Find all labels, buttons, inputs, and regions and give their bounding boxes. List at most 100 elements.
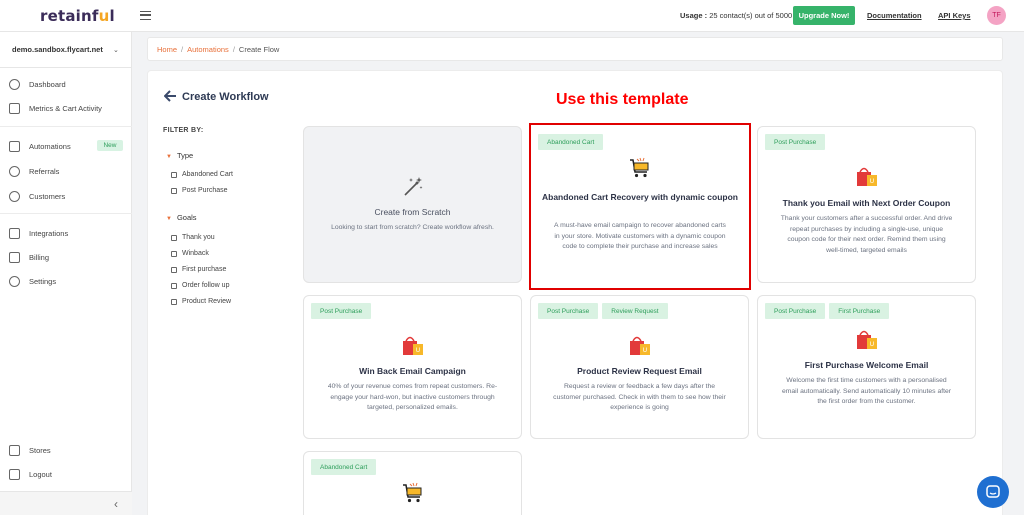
checkbox[interactable] — [171, 187, 177, 194]
divider — [0, 213, 132, 214]
template-card-product-review[interactable]: Post Purchase Review Request U Product R… — [530, 295, 749, 439]
sidebar-item-logout[interactable]: Logout — [0, 466, 132, 482]
api-keys-link[interactable]: API Keys — [938, 11, 971, 20]
filter-option[interactable]: Post Purchase — [171, 187, 228, 194]
card-title: Product Review Request Email — [577, 366, 702, 376]
sidebar-item-label: Referrals — [29, 166, 60, 176]
sidebar-item-automations[interactable]: Automations New — [0, 138, 132, 154]
shopping-bag-icon: U — [629, 336, 650, 355]
billing-icon — [9, 251, 20, 263]
settings-icon — [9, 275, 20, 287]
chat-support-button[interactable] — [977, 476, 1009, 508]
filter-group-type[interactable]: ▼ Type — [166, 151, 193, 160]
filter-option[interactable]: First purchase — [171, 266, 226, 273]
breadcrumb-separator: / — [181, 44, 184, 54]
tag: Abandoned Cart — [311, 459, 377, 475]
sidebar-item-billing[interactable]: Billing — [0, 249, 132, 265]
checkbox[interactable] — [171, 266, 177, 273]
filter-option[interactable]: Abandoned Cart — [171, 171, 233, 178]
breadcrumb: Home / Automations / Create Flow — [147, 37, 1003, 61]
sidebar-item-stores[interactable]: Stores — [0, 442, 132, 458]
card-title: Win Back Email Campaign — [359, 366, 466, 376]
template-card-win-back[interactable]: Post Purchase U Win Back Email Campaign … — [303, 295, 522, 439]
breadcrumb-current: Create Flow — [238, 44, 280, 54]
magic-wand-icon — [403, 177, 422, 196]
store-name: demo.sandbox.flycart.net — [12, 45, 103, 54]
filter-option[interactable]: Winback — [171, 250, 209, 257]
checkbox[interactable] — [171, 250, 177, 257]
customers-icon — [9, 190, 20, 202]
template-card-abandoned-cart[interactable]: Abandoned Cart — [303, 451, 522, 515]
filter-option[interactable]: Order follow up — [171, 282, 229, 289]
menu-toggle-icon[interactable] — [140, 11, 151, 20]
dashboard-icon — [9, 78, 20, 90]
tag: Abandoned Cart — [538, 134, 604, 150]
sidebar-item-customers[interactable]: Customers — [0, 188, 132, 204]
breadcrumb-home[interactable]: Home — [157, 45, 177, 54]
sidebar-item-integrations[interactable]: Integrations — [0, 225, 132, 241]
checkbox[interactable] — [171, 234, 177, 241]
user-avatar[interactable]: TF — [987, 6, 1006, 25]
logout-icon — [9, 468, 20, 480]
sidebar-item-metrics[interactable]: Metrics & Cart Activity — [0, 100, 132, 116]
template-card-first-purchase[interactable]: Post Purchase First Purchase U First Pur… — [757, 295, 976, 439]
shopping-cart-icon — [402, 482, 421, 503]
sidebar-item-label: Customers — [29, 191, 66, 201]
card-title: First Purchase Welcome Email — [804, 360, 929, 370]
filter-option[interactable]: Thank you — [171, 234, 215, 241]
svg-text:U: U — [415, 347, 419, 354]
caret-down-icon: ▼ — [166, 216, 172, 222]
sidebar-item-referrals[interactable]: Referrals — [0, 163, 132, 179]
tag: Post Purchase — [538, 303, 599, 319]
sidebar-item-label: Automations — [29, 141, 71, 151]
divider — [0, 126, 132, 127]
filter-title: FILTER BY: — [163, 127, 204, 134]
metrics-icon — [9, 102, 20, 114]
card-description: Looking to start from scratch? Create wo… — [331, 224, 494, 231]
tag-group: Abandoned Cart — [538, 134, 604, 150]
sidebar-item-dashboard[interactable]: Dashboard — [0, 76, 132, 92]
filter-option[interactable]: Product Review — [171, 298, 231, 305]
card-title: Thank you Email with Next Order Coupon — [782, 198, 951, 208]
card-description: Welcome the first time customers with a … — [781, 377, 952, 406]
card-description: Thank your customers after a successful … — [780, 215, 953, 254]
template-card-scratch[interactable]: Create from Scratch Looking to start fro… — [303, 126, 522, 283]
svg-text:U: U — [642, 347, 646, 354]
shopping-bag-icon: U — [856, 330, 877, 349]
shopping-bag-icon: U — [856, 167, 877, 186]
template-card-abandoned-cart-coupon[interactable]: Abandoned Cart Abandoned Cart Recovery w… — [529, 123, 751, 290]
tag: First Purchase — [829, 303, 890, 319]
filter-group-goals[interactable]: ▼ Goals — [166, 213, 197, 222]
retainful-logo[interactable]: retainful — [40, 7, 115, 25]
chevron-down-icon: ⌄ — [113, 47, 119, 54]
page-title: Create Workflow — [182, 91, 269, 103]
checkbox[interactable] — [171, 298, 177, 305]
checkbox[interactable] — [171, 171, 177, 178]
sidebar-item-label: Billing — [29, 252, 50, 262]
card-description: A must-have email campaign to recover ab… — [554, 222, 726, 251]
checkbox[interactable] — [171, 282, 177, 289]
card-description: Request a review or feedback a few days … — [553, 383, 726, 412]
tag: Post Purchase — [311, 303, 372, 319]
card-description: 40% of your revenue comes from repeat cu… — [327, 383, 498, 412]
back-arrow-icon[interactable] — [163, 90, 177, 105]
tag-group: Post Purchase First Purchase — [765, 303, 890, 319]
caret-down-icon: ▼ — [166, 154, 172, 160]
breadcrumb-automations[interactable]: Automations — [187, 45, 229, 54]
annotation-text: Use this template — [556, 91, 689, 108]
sidebar-item-label: Metrics & Cart Activity — [29, 103, 102, 113]
sidebar-item-label: Settings — [29, 276, 57, 286]
upgrade-button[interactable]: Upgrade Now! — [793, 6, 855, 25]
chat-icon — [986, 485, 1000, 498]
integrations-icon — [9, 227, 20, 239]
sidebar-collapse-button[interactable]: ‹ — [0, 491, 132, 515]
tag-group: Abandoned Cart — [311, 459, 377, 475]
tag: Post Purchase — [765, 303, 826, 319]
tag-group: Post Purchase — [311, 303, 372, 319]
tag: Post Purchase — [765, 134, 826, 150]
store-selector[interactable]: demo.sandbox.flycart.net ⌄ — [0, 32, 132, 68]
sidebar-item-settings[interactable]: Settings — [0, 273, 132, 289]
shopping-cart-icon — [630, 157, 649, 178]
template-card-thank-you[interactable]: Post Purchase U Thank you Email with Nex… — [757, 126, 976, 283]
documentation-link[interactable]: Documentation — [867, 11, 922, 20]
